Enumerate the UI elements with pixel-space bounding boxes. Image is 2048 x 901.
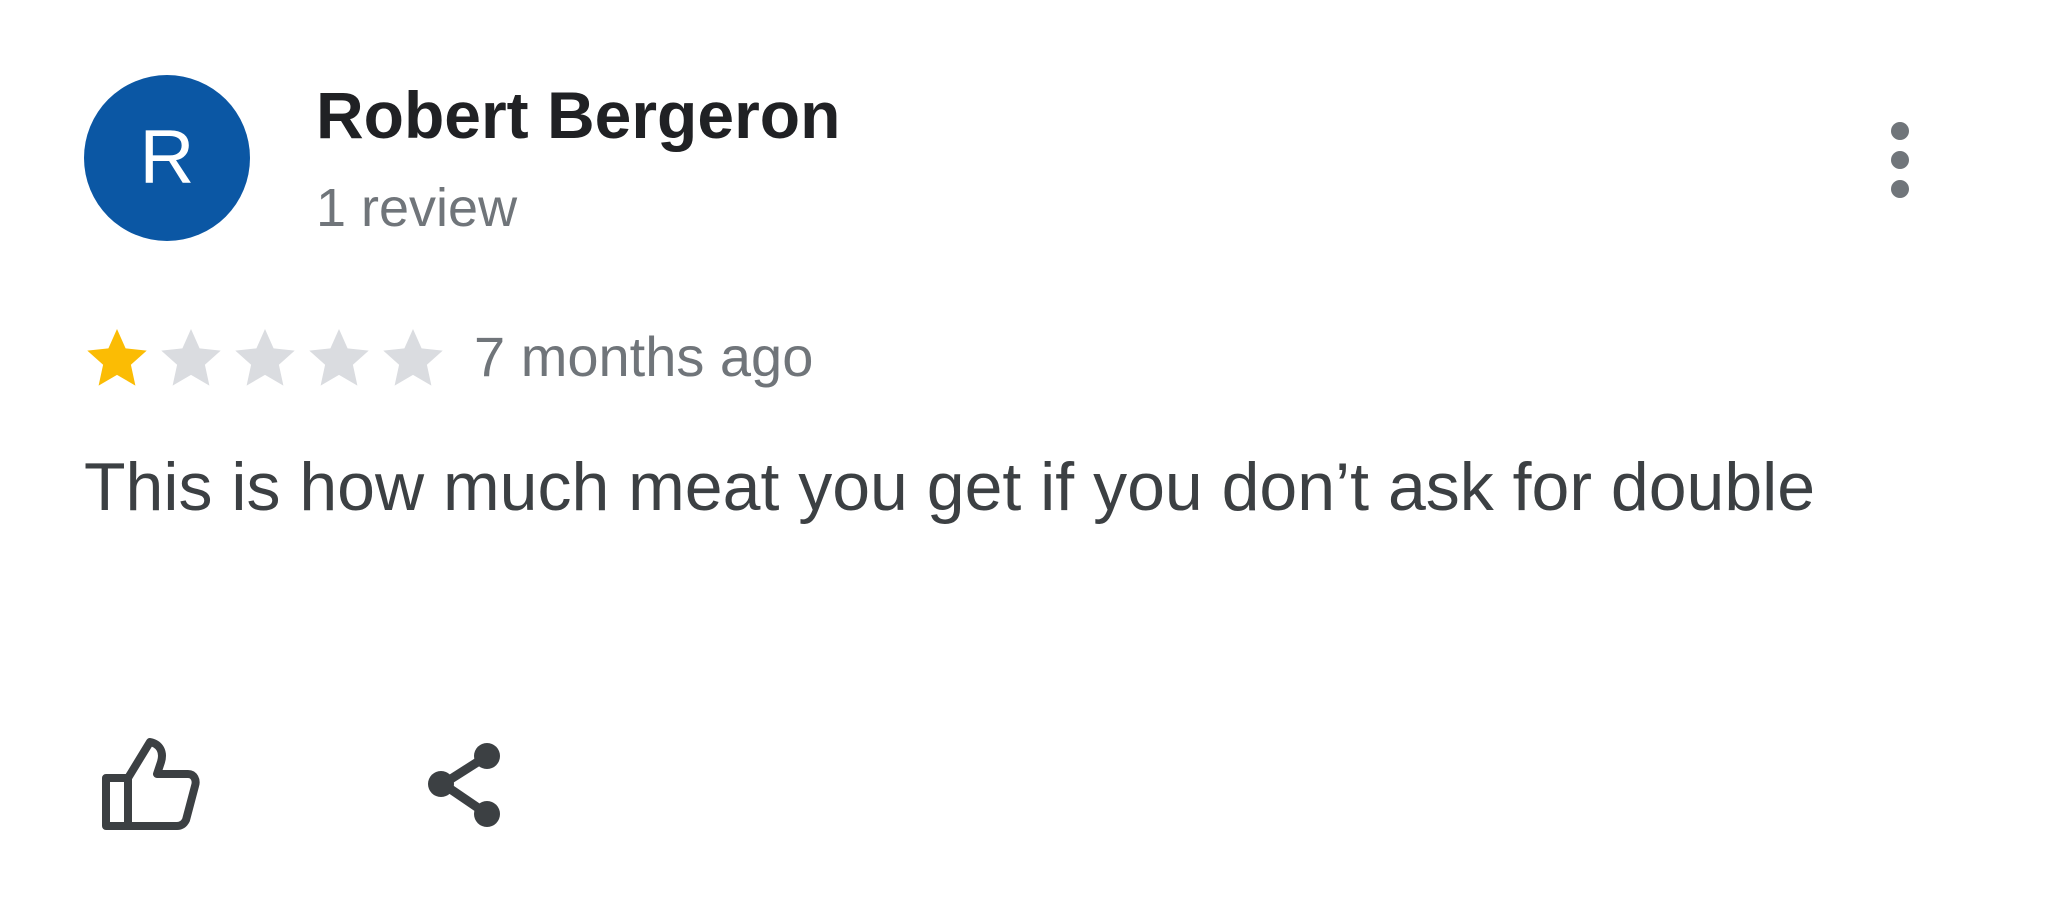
like-button[interactable]: [90, 724, 210, 844]
author-name[interactable]: Robert Bergeron: [316, 78, 840, 154]
review-count[interactable]: 1 review: [316, 176, 517, 241]
thumb-up-icon: [102, 738, 200, 830]
share-icon: [428, 743, 500, 827]
avatar[interactable]: R: [84, 75, 250, 241]
star-empty-icon: [302, 322, 376, 394]
star-filled-icon: [80, 322, 154, 394]
more-vert-icon: [1891, 122, 1909, 198]
star-rating: [80, 322, 450, 394]
star-empty-icon: [228, 322, 302, 394]
more-options-button[interactable]: [1868, 110, 1932, 210]
share-button[interactable]: [410, 730, 520, 840]
avatar-initial: R: [139, 115, 195, 200]
review-card: R Robert Bergeron 1 review 7 months ago …: [0, 0, 2048, 901]
review-text: This is how much meat you get if you don…: [84, 449, 1816, 525]
star-empty-icon: [376, 322, 450, 394]
star-empty-icon: [154, 322, 228, 394]
review-date: 7 months ago: [474, 325, 814, 388]
